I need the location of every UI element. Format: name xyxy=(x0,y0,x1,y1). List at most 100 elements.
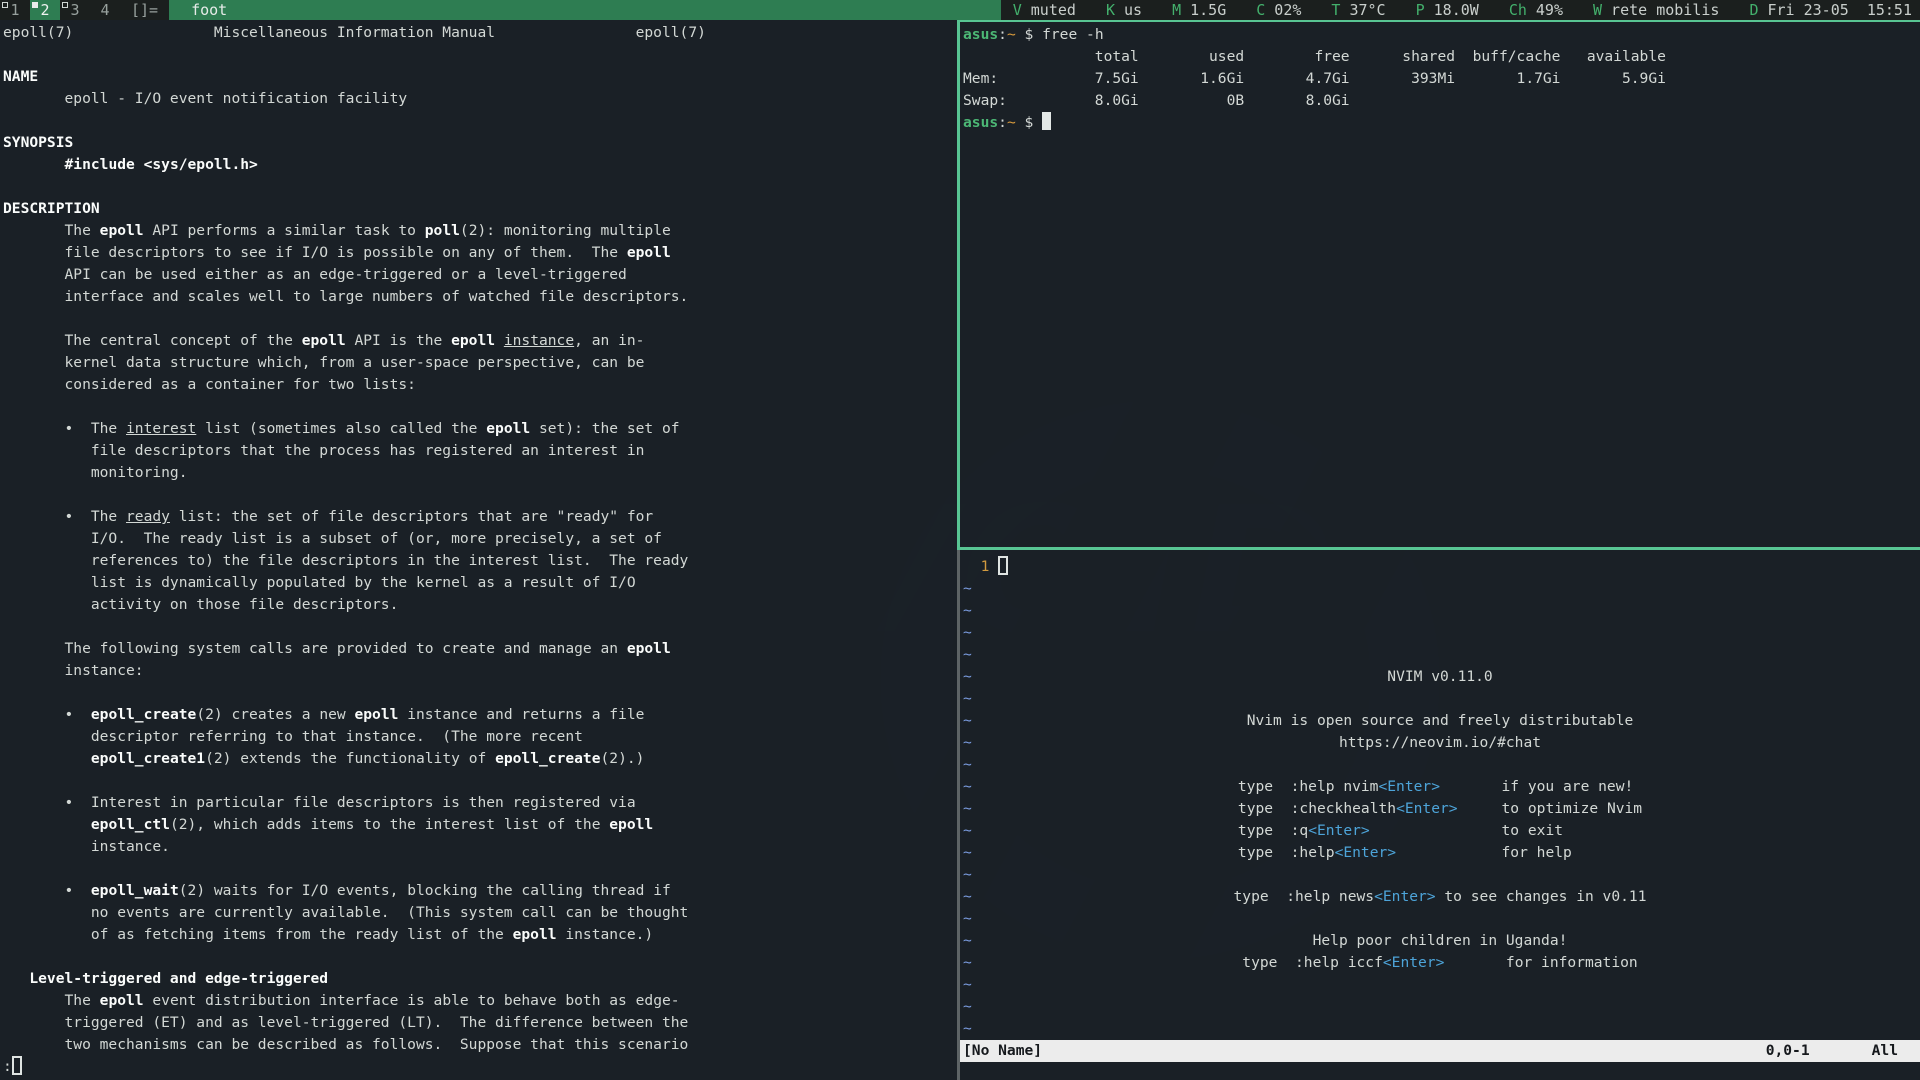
layout-symbol[interactable]: []= xyxy=(120,0,169,20)
text-segment: API can be used either as an edge-trigge… xyxy=(3,266,627,283)
nvim-intro-line: Nvim is open source and freely distribut… xyxy=(960,710,1920,732)
text-segment: : xyxy=(998,114,1007,131)
text-segment: (2).) xyxy=(601,750,645,767)
text-segment: https://neovim.io/#chat xyxy=(1339,734,1541,751)
nvim-row: ~ xyxy=(960,996,1920,1018)
text-segment: epoll xyxy=(354,706,398,723)
text-segment: triggered (ET) and as level-triggered (L… xyxy=(3,1014,688,1031)
text-segment: NVIM v0.11.0 xyxy=(1387,668,1492,685)
nvim-intro-line: type :help iccf<Enter> for information xyxy=(960,952,1920,974)
terminal-line: Mem: 7.5Gi 1.6Gi 4.7Gi 393Mi 1.7Gi 5.9Gi xyxy=(963,68,1920,90)
text-segment: • The xyxy=(3,508,126,525)
nvim-row: ~type :q<Enter> to exit xyxy=(960,820,1920,842)
nvim-intro-text: type :checkhealth<Enter> to optimize Nvi… xyxy=(1238,800,1642,817)
tag-1[interactable]: 1 xyxy=(0,0,30,20)
nvim-cursor xyxy=(998,556,1008,575)
nvim-row: ~ type :help iccf<Enter> for information xyxy=(960,952,1920,974)
status-key: W xyxy=(1593,1,1602,19)
tag-3[interactable]: 3 xyxy=(60,0,90,20)
bar-status: V mutedK usM 1.5GC 02%T 37°CP 18.0WCh 49… xyxy=(1001,0,1920,20)
nvim-tilde: ~ xyxy=(963,952,972,974)
text-segment: event distribution interface is able to … xyxy=(144,992,680,1009)
nvim-row: ~ xyxy=(960,578,1920,600)
nvim-tilde: ~ xyxy=(963,622,972,644)
tag-4[interactable]: 4 xyxy=(90,0,120,20)
status-p: P 18.0W xyxy=(1416,1,1479,19)
text-segment: epoll xyxy=(609,816,653,833)
tag-client-square xyxy=(62,2,68,8)
text-segment: ~ xyxy=(1007,114,1016,131)
status-key: K xyxy=(1106,1,1115,19)
tag-label: 4 xyxy=(100,1,109,19)
text-segment: epoll xyxy=(627,640,671,657)
text-segment: (2) waits for I/O events, blocking the c… xyxy=(179,882,671,899)
text-segment: activity on those file descriptors. xyxy=(3,596,398,613)
nvim-row: ~ xyxy=(960,622,1920,644)
nvim-tilde: ~ xyxy=(963,644,972,666)
text-segment: epoll xyxy=(513,926,557,943)
nvim-row: ~ xyxy=(960,688,1920,710)
nvim-row: ~Help poor children in Uganda! xyxy=(960,930,1920,952)
terminal-line: • The ready list: the set of file descri… xyxy=(3,506,957,528)
terminal-line: descriptor referring to that instance. (… xyxy=(3,726,957,748)
terminal-line: The central concept of the epoll API is … xyxy=(3,330,957,352)
text-segment: API performs a similar task to xyxy=(144,222,425,239)
text-segment: list: the set of file descriptors that a… xyxy=(170,508,653,525)
terminal-line: DESCRIPTION xyxy=(3,198,957,220)
nvim-tilde: ~ xyxy=(963,820,972,842)
cursor-block xyxy=(1042,112,1051,130)
cursor-hollow xyxy=(12,1056,22,1075)
terminal-line: file descriptors that the process has re… xyxy=(3,440,957,462)
text-segment: interface and scales well to large numbe… xyxy=(3,288,688,305)
text-segment: epoll xyxy=(627,244,671,261)
tag-2[interactable]: 2 xyxy=(30,0,60,20)
nvim-intro-text: type :help iccf<Enter> for information xyxy=(1242,954,1637,971)
terminal-man-epoll[interactable]: epoll(7) Miscellaneous Information Manua… xyxy=(0,20,957,1080)
text-segment: monitoring. xyxy=(3,464,188,481)
nvim-line-number: 1 xyxy=(960,558,998,575)
text-segment: poll xyxy=(425,222,460,239)
terminal-line: • epoll_wait(2) waits for I/O events, bl… xyxy=(3,880,957,902)
nvim-row: ~ xyxy=(960,1018,1920,1040)
text-segment: epoll xyxy=(486,420,530,437)
text-segment xyxy=(3,156,65,173)
nvim-tilde: ~ xyxy=(963,600,972,622)
nvim-ruler: 0,0-1 xyxy=(1766,1040,1810,1062)
terminal-line: • The interest list (sometimes also call… xyxy=(3,418,957,440)
terminal-line xyxy=(3,396,957,418)
terminal-line: of as fetching items from the ready list… xyxy=(3,924,957,946)
tag-label: 3 xyxy=(70,1,79,19)
text-segment: two mechanisms can be described as follo… xyxy=(3,1036,688,1053)
text-segment: to optimize Nvim xyxy=(1458,800,1643,817)
text-segment: epoll xyxy=(451,332,495,349)
terminal-line xyxy=(3,308,957,330)
terminal-line: asus:~ $ free -h xyxy=(963,24,1920,46)
neovim-window[interactable]: 1 ~~~~~NVIM v0.11.0~~Nvim is open source… xyxy=(960,550,1920,1080)
status-value: 37°C xyxy=(1340,1,1385,19)
text-segment: instance.) xyxy=(557,926,654,943)
status-value: us xyxy=(1115,1,1142,19)
status-key: M xyxy=(1172,1,1181,19)
tag-label: 1 xyxy=(10,1,19,19)
terminal-line: total used free shared buff/cache availa… xyxy=(963,46,1920,68)
nvim-tilde: ~ xyxy=(963,732,972,754)
status-value: 02% xyxy=(1265,1,1301,19)
status-v: V muted xyxy=(1013,1,1076,19)
text-segment: The following system calls are provided … xyxy=(3,640,627,657)
terminal-line: interface and scales well to large numbe… xyxy=(3,286,957,308)
text-segment: if you are new! xyxy=(1440,778,1642,795)
terminal-line xyxy=(3,484,957,506)
terminal-line: no events are currently available. (This… xyxy=(3,902,957,924)
nvim-row: ~Nvim is open source and freely distribu… xyxy=(960,710,1920,732)
text-segment: type :help news xyxy=(1234,888,1375,905)
terminal-line: epoll - I/O event notification facility xyxy=(3,88,957,110)
terminal-line: : xyxy=(3,1056,957,1078)
status-value: Fri 23-05 15:51 xyxy=(1758,1,1912,19)
terminal-free[interactable]: asus:~ $ free -h total used free shared … xyxy=(960,20,1920,547)
text-segment: epoll xyxy=(100,992,144,1009)
text-segment: The central concept of the xyxy=(3,332,302,349)
text-segment: to see changes in v0.11 xyxy=(1436,888,1647,905)
terminal-line xyxy=(3,770,957,792)
text-segment xyxy=(495,332,504,349)
text-segment: , an in- xyxy=(574,332,644,349)
